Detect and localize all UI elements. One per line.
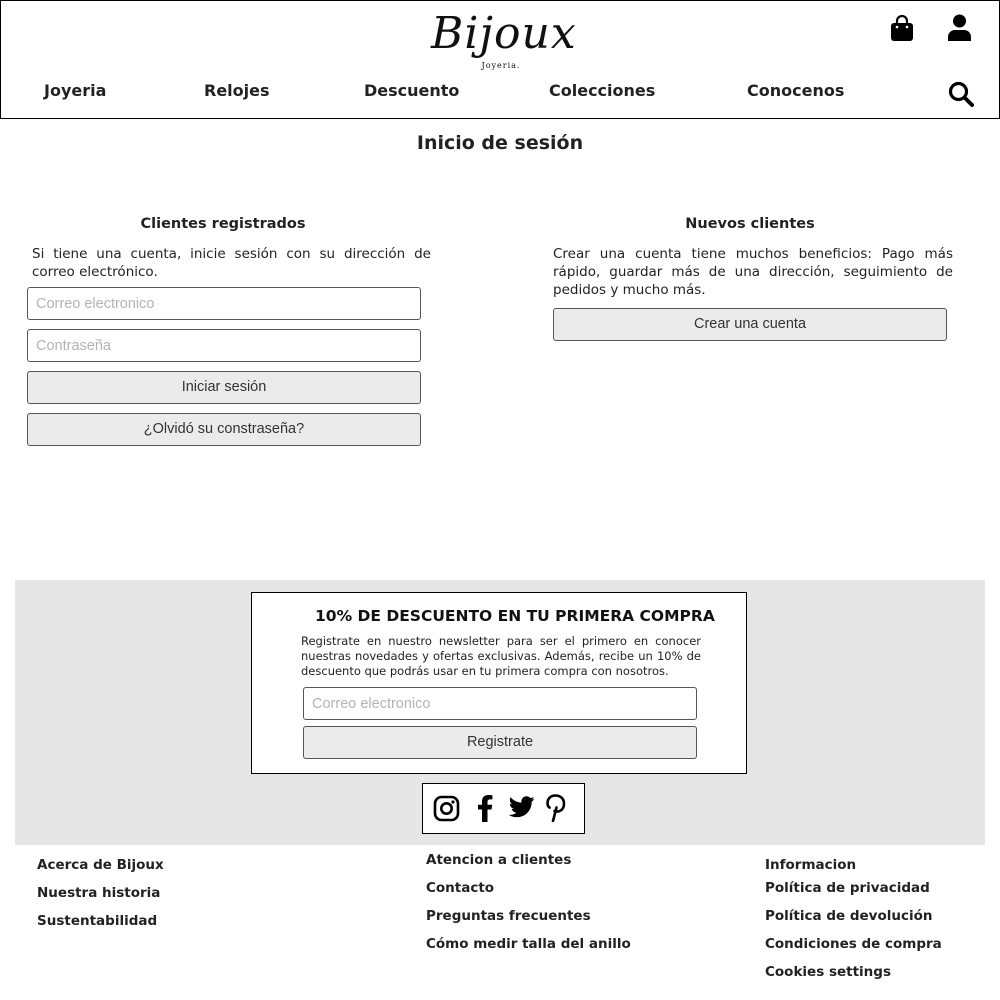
registered-clients-title: Clientes registrados [140,216,306,232]
footer-link-sustainability[interactable]: Sustentabilidad [37,913,157,929]
login-button[interactable]: Iniciar sesión [27,371,421,404]
forgot-password-button[interactable]: ¿Olvidó su constraseña? [27,413,421,446]
brand-logo[interactable]: Bijoux Joyeria. [431,5,577,77]
twitter-icon[interactable] [508,796,535,823]
footer-link-contact[interactable]: Contacto [426,880,494,896]
login-password-input[interactable] [27,329,421,362]
footer-link-about[interactable]: Acerca de Bijoux [37,857,164,873]
instagram-icon[interactable] [433,795,460,827]
registered-clients-text: Si tiene una cuenta, inicie sesión con s… [32,246,431,280]
pinterest-icon[interactable] [546,794,566,827]
footer-link-history[interactable]: Nuestra historia [37,885,160,901]
newsletter-register-button[interactable]: Registrate [303,726,697,759]
search-icon[interactable] [948,81,974,112]
newsletter-text: Registrate en nuestro newsletter para se… [301,634,701,678]
login-email-input[interactable] [27,287,421,320]
footer-link-purchase-conditions[interactable]: Condiciones de compra [765,936,942,952]
footer-link-ring-size[interactable]: Cómo medir talla del anillo [426,936,631,952]
shopping-bag-icon[interactable] [890,14,914,47]
site-header: Bijoux Joyeria. Joyeria Relojes Descuent… [0,0,1000,119]
create-account-button[interactable]: Crear una cuenta [553,308,947,341]
footer-link-cookies-settings[interactable]: Cookies settings [765,964,891,980]
footer-link-customer-service[interactable]: Atencion a clientes [426,852,571,868]
nav-item-conocenos[interactable]: Conocenos [747,81,844,100]
nav-item-relojes[interactable]: Relojes [204,81,270,100]
newsletter-email-input[interactable] [303,687,697,720]
footer-link-faq[interactable]: Preguntas frecuentes [426,908,591,924]
footer-link-return-policy[interactable]: Política de devolución [765,908,932,924]
social-links [422,783,585,834]
footer-link-privacy-policy[interactable]: Política de privacidad [765,880,930,896]
user-icon[interactable] [948,14,971,46]
new-clients-text: Crear una cuenta tiene muchos beneficios… [553,246,953,298]
logo-wordmark: Bijoux [431,8,577,59]
page-title: Inicio de sesión [416,132,584,154]
footer-link-information[interactable]: Informacion [765,857,856,873]
newsletter-title: 10% DE DESCUENTO EN TU PRIMERA COMPRA [315,607,715,625]
nav-item-colecciones[interactable]: Colecciones [549,81,655,100]
facebook-icon[interactable] [477,794,493,827]
nav-item-joyeria[interactable]: Joyeria [44,81,106,100]
new-clients-title: Nuevos clientes [685,216,815,232]
nav-item-descuento[interactable]: Descuento [364,81,459,100]
